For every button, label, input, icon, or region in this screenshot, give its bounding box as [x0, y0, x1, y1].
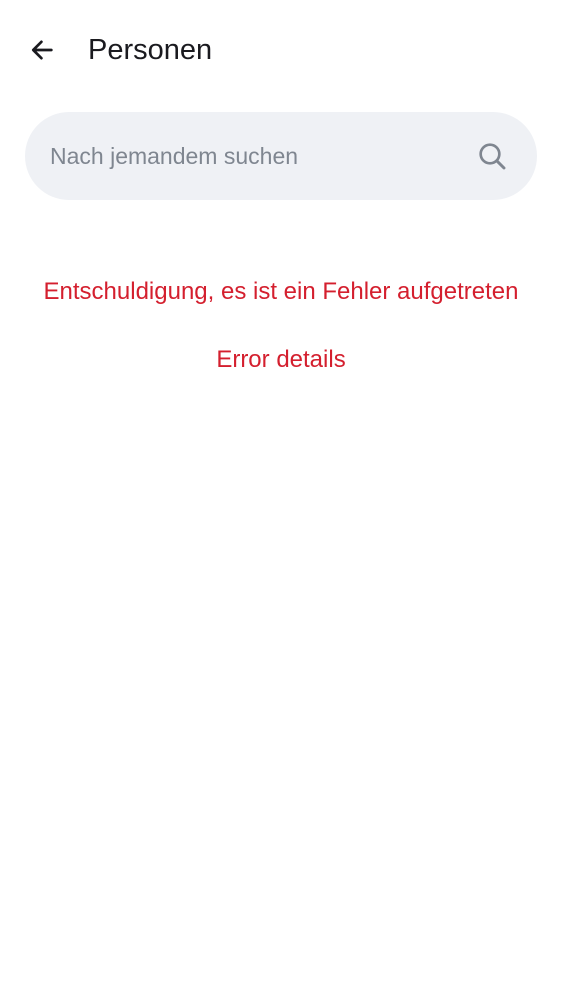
page-title: Personen [88, 34, 213, 66]
back-button[interactable] [18, 26, 66, 74]
screen: Personen Entschuldigung, es ist ein Fehl… [0, 0, 562, 1000]
search-input[interactable] [25, 112, 462, 200]
search-icon [479, 143, 506, 170]
error-details-link[interactable]: Error details [0, 344, 562, 376]
error-details-label: Error details [216, 346, 346, 373]
app-bar: Personen [0, 0, 562, 100]
arrow-left-icon [31, 40, 53, 60]
search-button[interactable] [462, 126, 522, 186]
search-bar[interactable] [25, 112, 537, 200]
error-message: Entschuldigung, es ist ein Fehler aufget… [43, 278, 519, 305]
